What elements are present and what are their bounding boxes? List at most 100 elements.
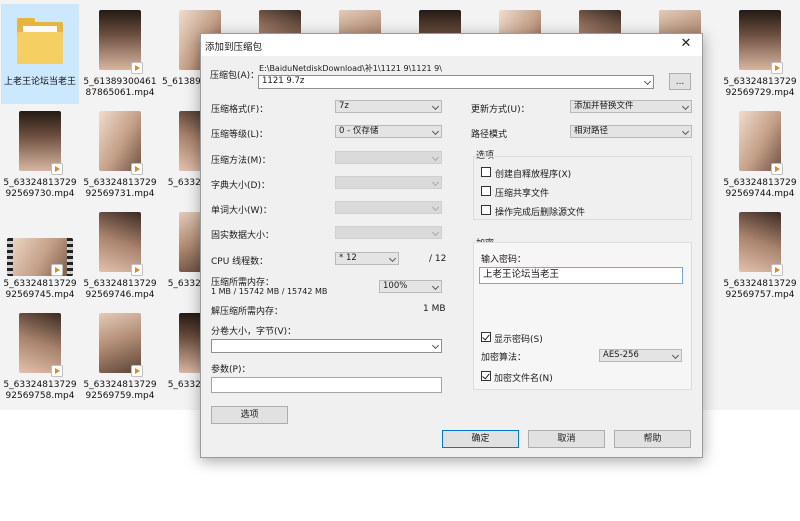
add-to-archive-dialog: 添加到压缩包 ✕ 压缩包(A)： E:\BaiduNetdiskDownload… — [200, 33, 703, 458]
chevron-down-icon — [431, 203, 440, 212]
dict-combo — [335, 176, 442, 189]
encrypt-names-label: 加密文件名(N) — [494, 374, 553, 384]
encrypt-method-combo[interactable]: AES-256 — [599, 349, 682, 362]
help-button[interactable]: 帮助 — [614, 430, 691, 448]
chevron-down-icon — [388, 254, 397, 263]
method-combo — [335, 151, 442, 164]
file-name: 5_63324813729 92569745.mp4 — [3, 279, 77, 300]
password-input[interactable]: 上老王论坛当老王 — [479, 267, 683, 284]
mem-percent-combo[interactable]: 100% — [379, 280, 442, 293]
file-name: 5_63324813729 92569744.mp4 — [723, 178, 797, 199]
folder-icon — [17, 18, 63, 64]
video-thumbnail — [99, 111, 141, 171]
threads-combo[interactable]: * 12 — [335, 252, 399, 265]
path-mode-combo[interactable]: 相对路径 — [570, 125, 692, 138]
dialog-titlebar: 添加到压缩包 ✕ — [201, 34, 702, 56]
password-label: 输入密码： — [481, 255, 527, 265]
video-thumbnail — [99, 313, 141, 373]
play-icon — [771, 62, 783, 74]
solid-label: 固实数据大小： — [211, 231, 275, 241]
level-value: 0 - 仅存储 — [339, 126, 379, 136]
file-name: 5_63324813729 92569758.mp4 — [3, 380, 77, 401]
archive-name-value: 1121 9.7z — [262, 76, 305, 86]
update-label: 更新方式(U)： — [471, 105, 530, 115]
play-icon — [131, 264, 143, 276]
params-label: 参数(P)： — [211, 365, 251, 375]
chevron-down-icon — [431, 341, 440, 350]
mem-decomp-value: 1 MB — [423, 304, 446, 314]
split-label: 分卷大小，字节(V)： — [211, 327, 297, 337]
video-file-item[interactable]: 5_63324813729 92569730.mp4 — [1, 105, 79, 205]
split-combo[interactable] — [211, 339, 442, 353]
dict-label: 字典大小(D)： — [211, 181, 270, 191]
file-name: 5_63324813729 92569757.mp4 — [723, 279, 797, 300]
archive-label: 压缩包(A)： — [210, 71, 260, 81]
params-input[interactable] — [211, 377, 442, 393]
video-file-item[interactable]: 5_63324813729 92569759.mp4 — [81, 307, 159, 407]
shared-checkbox[interactable] — [481, 186, 491, 196]
archive-name-combo[interactable]: 1121 9.7z — [258, 75, 654, 89]
video-thumbnail — [739, 10, 781, 70]
format-label: 压缩格式(F)： — [211, 105, 269, 115]
encrypt-names-checkbox[interactable] — [481, 371, 491, 381]
show-password-checkbox[interactable] — [481, 332, 491, 342]
word-label: 单词大小(W)： — [211, 206, 272, 216]
file-name: 5_63324813729 92569731.mp4 — [83, 178, 157, 199]
close-icon[interactable]: ✕ — [678, 36, 694, 52]
format-value: 7z — [339, 101, 349, 111]
chevron-down-icon — [431, 153, 440, 162]
video-file-item[interactable]: 5_63324813729 92569746.mp4 — [81, 206, 159, 306]
browse-button[interactable]: ... — [669, 73, 691, 90]
file-name: 上老王论坛当老王 — [3, 77, 76, 87]
chevron-down-icon — [681, 127, 690, 136]
archive-path: E:\BaiduNetdiskDownload\补1\1121 9\1121 9… — [259, 64, 442, 73]
encrypt-method-label: 加密算法： — [481, 353, 527, 363]
video-thumbnail — [99, 10, 141, 70]
play-icon — [131, 365, 143, 377]
shared-label: 压缩共享文件 — [495, 189, 550, 199]
ok-button[interactable]: 确定 — [442, 430, 519, 448]
video-thumbnail — [7, 238, 73, 276]
folder-item[interactable]: 上老王论坛当老王 — [1, 4, 79, 104]
threads-max: / 12 — [429, 254, 447, 264]
video-file-item[interactable]: 5_63324813729 92569731.mp4 — [81, 105, 159, 205]
video-file-item[interactable]: 5_63324813729 92569757.mp4 — [721, 206, 799, 306]
play-icon — [51, 365, 63, 377]
options-button[interactable]: 选项 — [211, 406, 288, 424]
video-file-item[interactable]: 5_63324813729 92569729.mp4 — [721, 4, 799, 104]
threads-label: CPU 线程数： — [211, 257, 269, 267]
word-combo — [335, 201, 442, 214]
file-name: 5_63324813729 92569746.mp4 — [83, 279, 157, 300]
chevron-down-icon — [681, 102, 690, 111]
video-thumbnail — [739, 212, 781, 272]
video-file-item[interactable]: 5_61389300461 87865061.mp4 — [81, 4, 159, 104]
video-thumbnail — [19, 111, 61, 171]
video-thumbnail — [19, 313, 61, 373]
dialog-title: 添加到压缩包 — [205, 42, 263, 53]
cancel-button[interactable]: 取消 — [528, 430, 605, 448]
video-file-item[interactable]: 5_63324813729 92569744.mp4 — [721, 105, 799, 205]
file-name: 5_63324813729 92569730.mp4 — [3, 178, 77, 199]
file-name: 5_63324813729 92569759.mp4 — [83, 380, 157, 401]
video-file-item[interactable]: 5_63324813729 92569758.mp4 — [1, 307, 79, 407]
delete-source-checkbox[interactable] — [481, 205, 491, 215]
format-combo[interactable]: 7z — [335, 100, 442, 113]
video-thumbnail — [99, 212, 141, 272]
path-mode-value: 相对路径 — [574, 126, 609, 136]
chevron-down-icon — [643, 77, 652, 86]
level-combo[interactable]: 0 - 仅存储 — [335, 125, 442, 138]
play-icon — [51, 163, 63, 175]
play-icon — [51, 264, 63, 276]
chevron-down-icon — [431, 102, 440, 111]
update-combo[interactable]: 添加并替换文件 — [570, 100, 692, 113]
sfx-checkbox[interactable] — [481, 167, 491, 177]
play-icon — [131, 62, 143, 74]
chevron-down-icon — [431, 127, 440, 136]
video-file-item[interactable]: 5_63324813729 92569745.mp4 — [1, 206, 79, 306]
chevron-down-icon — [431, 282, 440, 291]
threads-value: * 12 — [339, 253, 357, 263]
mem-percent-value: 100% — [383, 281, 408, 291]
solid-combo — [335, 226, 442, 239]
chevron-down-icon — [671, 351, 680, 360]
play-icon — [131, 163, 143, 175]
